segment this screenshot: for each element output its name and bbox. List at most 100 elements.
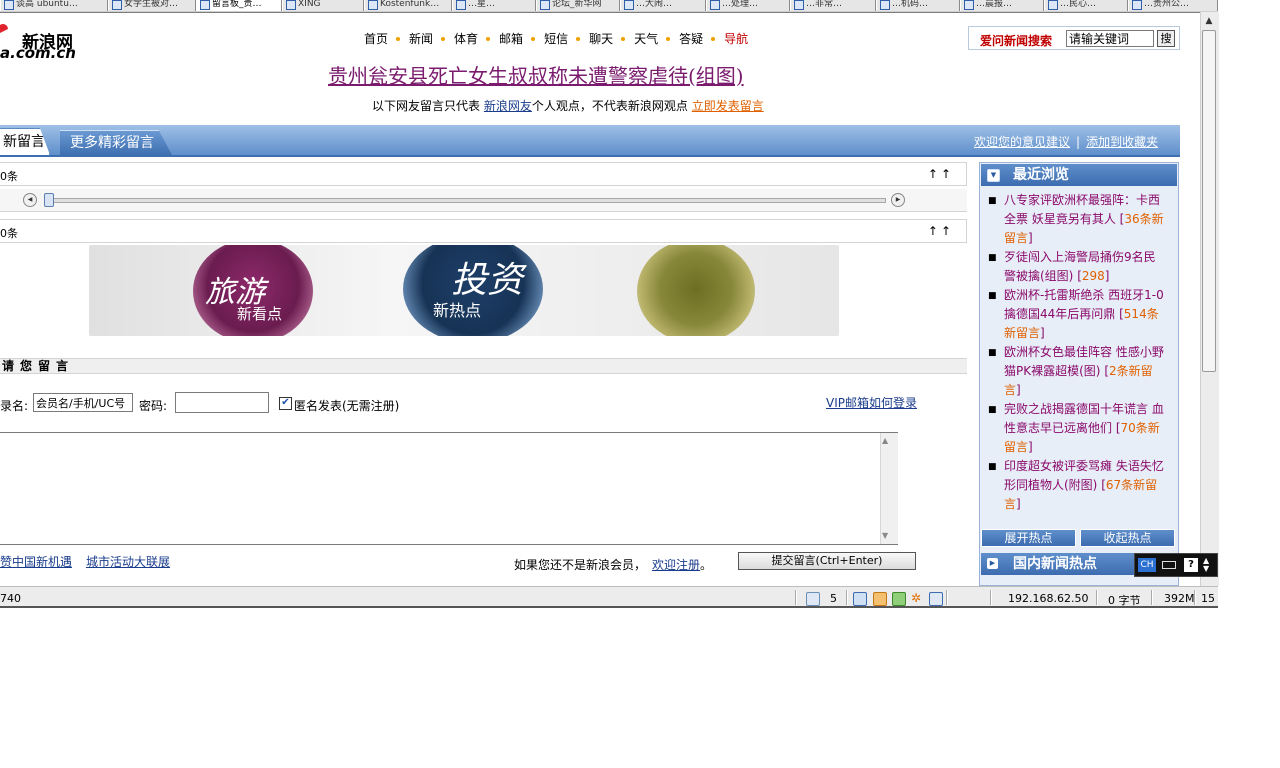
nav-item[interactable]: 答疑 — [679, 30, 703, 47]
browser-tab-strip: 谈高 ubuntu…女学生被对… 留言板_贵… XING Kostenfunk… …星…… — [0, 0, 1218, 13]
slider-handle[interactable] — [44, 193, 54, 207]
popup-block-icon[interactable] — [873, 592, 887, 606]
recent-browse-header[interactable]: ▼ 最近浏览 — [981, 164, 1177, 186]
browser-tab-label: Kostenfunk… — [380, 0, 439, 9]
browser-tab[interactable]: …贵州公… — [1128, 0, 1218, 11]
trash-icon[interactable] — [806, 592, 820, 606]
browser-tab[interactable]: 论坛_新华网 — [536, 0, 620, 11]
bracket: ] — [1016, 383, 1021, 397]
list-item[interactable]: ■欧洲杯女色最佳阵容 性感小野猫PK裸露超模(图) [2条新留言] — [988, 343, 1166, 400]
network-icon[interactable] — [853, 592, 867, 606]
search-input[interactable] — [1066, 30, 1154, 47]
link-separator: | — [1076, 135, 1080, 149]
status-divider — [846, 590, 848, 605]
comment-count-link[interactable]: 298 — [1082, 269, 1105, 283]
tab-more-comments[interactable]: 更多精彩留言 — [60, 130, 172, 155]
bytes-counter: 0 字节 — [1108, 592, 1141, 608]
banner-third-orb — [637, 245, 755, 336]
submit-comment-button[interactable]: 提交留言(Ctrl+Enter) — [738, 552, 916, 570]
page-icon — [4, 0, 14, 10]
browser-tab[interactable]: 谈高 ubuntu… — [0, 0, 108, 11]
page-icon — [794, 0, 804, 10]
sina-logo[interactable]: 新浪网 a.com.cn — [0, 24, 86, 60]
bracket: ] — [1040, 326, 1045, 340]
scrollbar-thumb[interactable] — [1202, 30, 1216, 372]
nav-item[interactable]: 首页 — [364, 30, 388, 47]
expand-hot-button[interactable]: 展开热点 — [981, 529, 1076, 547]
ime-mode-badge[interactable]: CH — [1138, 558, 1156, 572]
browser-tab[interactable]: …民心… — [1044, 0, 1128, 11]
scroll-down-icon[interactable]: ▼ — [882, 531, 888, 540]
nav-item[interactable]: 邮箱 — [499, 30, 523, 47]
sort-arrows[interactable]: ↑↑ — [928, 224, 954, 238]
list-item[interactable]: ■完败之战揭露德国十年谎言 血性意志早已远离他们 [70条新留言] — [988, 400, 1166, 457]
bookmark-link[interactable]: 添加到收藏夹 — [1086, 135, 1158, 149]
password-input[interactable] — [175, 392, 269, 413]
post-comment-now-link[interactable]: 立即发表留言 — [692, 99, 764, 113]
browser-tab[interactable]: 留言板_贵… — [196, 0, 282, 11]
slider-left-icon[interactable]: ◀ — [23, 193, 37, 207]
nav-item[interactable]: 体育 — [454, 30, 478, 47]
register-link[interactable]: 欢迎注册 — [652, 558, 700, 572]
list-item-text: 欧洲杯女色最佳阵容 性感小野猫PK裸露超模(图) [2条新留言] — [1004, 343, 1166, 400]
search-button[interactable]: 搜 — [1157, 30, 1175, 47]
sort-arrows[interactable]: ↑↑ — [928, 167, 954, 181]
list-item[interactable]: ■八专家评欧洲杯最强阵：卡西全票 妖星竟另有其人 [36条新留言] — [988, 191, 1166, 248]
collapse-hot-button[interactable]: 收起热点 — [1080, 529, 1175, 547]
window-icon[interactable] — [929, 592, 943, 606]
browser-tab-label: 论坛_新华网 — [552, 0, 602, 9]
browser-tab-label: 留言板_贵… — [212, 0, 262, 9]
browser-tab[interactable]: 女学生被对… — [108, 0, 196, 11]
disclaimer-notice: 以下网友留言只代表 新浪网友个人观点，不代表新浪网观点 立即发表留言 — [372, 97, 764, 114]
slider-right-icon[interactable]: ▶ — [891, 193, 905, 207]
browser-tab[interactable]: …晨报… — [960, 0, 1044, 11]
vip-mail-login-link[interactable]: VIP邮箱如何登录 — [826, 394, 917, 411]
page-icon — [624, 0, 634, 10]
expand-icon[interactable]: ▶ — [987, 558, 998, 569]
download-icon[interactable] — [892, 592, 906, 606]
keyboard-icon[interactable] — [1162, 561, 1176, 569]
list-item[interactable]: ■歹徒闯入上海警局捅伤9名民警被擒(组图) [298] — [988, 248, 1166, 286]
browser-tab[interactable]: …处理… — [706, 0, 790, 11]
browser-tab[interactable]: …非常… — [790, 0, 876, 11]
browser-tab[interactable]: …机码… — [876, 0, 960, 11]
browser-tab[interactable]: XING — [282, 0, 364, 11]
nav-item[interactable]: 导航 — [724, 30, 748, 47]
blocked-count: 5 — [830, 592, 837, 605]
page-icon — [1132, 0, 1142, 10]
gear-icon[interactable]: ✲ — [910, 592, 922, 604]
textarea-scrollbar[interactable] — [880, 433, 898, 544]
toolbar-menu-icon[interactable]: ▲▼ — [1203, 557, 1209, 573]
nav-item[interactable]: 天气 — [634, 30, 658, 47]
nav-item[interactable]: 聊天 — [589, 30, 613, 47]
scroll-up-icon[interactable]: ▲ — [882, 436, 888, 445]
list-item[interactable]: ■印度超女被评委骂瘫 失语失忆形同植物人(附图) [67条新留言] — [988, 457, 1166, 514]
browser-tab[interactable]: …大闹… — [620, 0, 706, 11]
help-icon[interactable]: ? — [1184, 558, 1198, 572]
nav-item[interactable]: 新闻 — [409, 30, 433, 47]
anonymous-checkbox[interactable]: ✔ — [279, 397, 292, 410]
collapse-icon[interactable]: ▼ — [987, 169, 1000, 182]
browser-tab[interactable]: Kostenfunk… — [364, 0, 452, 11]
china-opportunity-link[interactable]: 赞中国新机遇 — [0, 553, 72, 570]
slider-track[interactable] — [44, 198, 886, 203]
password-label: 密码: — [139, 397, 167, 414]
page-title[interactable]: 贵州瓮安县死亡女生叔叔称未遭警察虐待(组图) — [328, 60, 848, 89]
browser-tab-label: …处理… — [722, 0, 758, 9]
city-events-link[interactable]: 城市活动大联展 — [86, 553, 170, 570]
list-item[interactable]: ■欧洲杯-托雷斯绝杀 西班牙1-0擒德国44年后再问鼎 [514条新留言] — [988, 286, 1166, 343]
ad-banner[interactable]: 旅游 新看点 投资 新热点 — [89, 245, 839, 336]
scroll-up-arrow-icon[interactable]: ▲ — [1202, 14, 1216, 28]
username-input[interactable] — [33, 393, 133, 412]
recent-browse-title: 最近浏览 — [1013, 164, 1069, 186]
nav-item[interactable]: 短信 — [544, 30, 568, 47]
comment-textarea[interactable] — [0, 432, 898, 545]
browser-tab[interactable]: …星… — [452, 0, 536, 11]
comment-list-row: 0条 ↑↑ — [0, 219, 967, 243]
feedback-link[interactable]: 欢迎您的意见建议 — [974, 135, 1070, 149]
banner-invest-sub: 新热点 — [433, 297, 481, 321]
memory-usage: 392M — [1164, 592, 1195, 605]
anonymous-label[interactable]: 匿名发表(无需注册) — [294, 397, 399, 414]
status-divider — [795, 590, 797, 605]
sina-user-link[interactable]: 新浪网友 — [484, 99, 532, 113]
